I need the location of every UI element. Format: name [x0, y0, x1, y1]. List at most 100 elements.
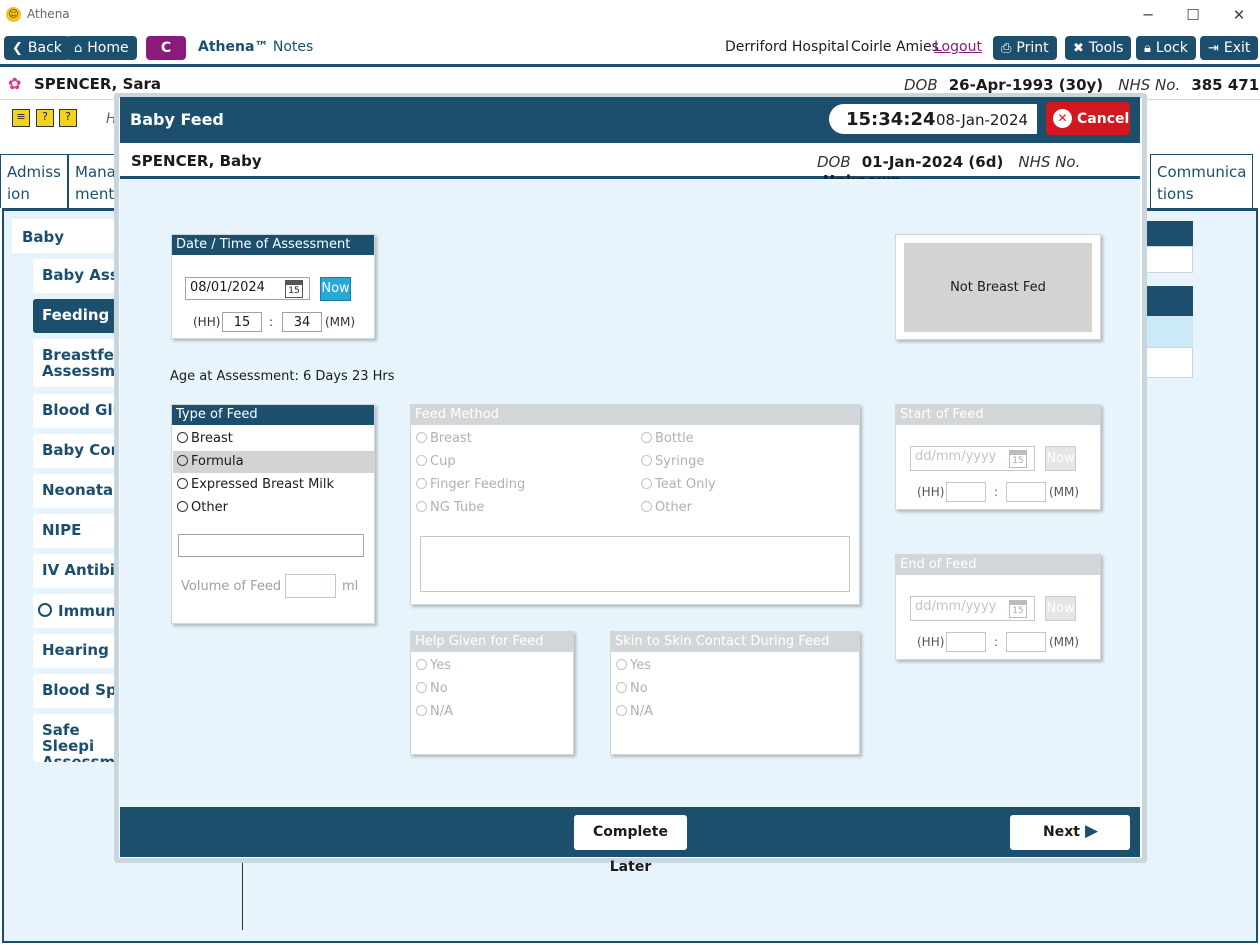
next-label: Next	[1043, 824, 1080, 840]
end-now-button[interactable]: Now	[1045, 596, 1076, 621]
window-title-bar: ☺ Athena ─ ☐ ✕	[0, 0, 1260, 30]
user-name: Coirle Amies	[851, 39, 939, 55]
sidebar-item-neonatal[interactable]: Neonatal	[33, 474, 123, 508]
radio-icon	[416, 659, 427, 670]
method-ng-label: NG Tube	[430, 500, 485, 515]
end-mm-input[interactable]	[1006, 632, 1046, 652]
tab-admission[interactable]: Admiss ion	[0, 154, 68, 208]
help-no[interactable]: No	[412, 678, 448, 700]
assessment-now-button[interactable]: Now	[320, 277, 351, 301]
method-other[interactable]: Other	[637, 497, 692, 519]
maximize-button[interactable]: ☐	[1180, 4, 1206, 26]
feed-type-other-input[interactable]	[178, 534, 364, 557]
chevron-left-icon: ❮	[12, 41, 23, 56]
bg-panel-row	[1140, 246, 1193, 273]
method-bottle[interactable]: Bottle	[637, 428, 694, 450]
close-window-button[interactable]: ✕	[1226, 4, 1252, 26]
method-breast[interactable]: Breast	[412, 428, 472, 450]
tools-label: Tools	[1088, 40, 1124, 56]
end-colon: :	[994, 635, 999, 649]
volume-label: Volume of Feed	[181, 579, 282, 594]
back-button[interactable]: ❮ Back	[4, 36, 70, 60]
baby-name: SPENCER, Baby	[131, 152, 262, 170]
sidebar-item-nipe[interactable]: NIPE	[33, 514, 123, 548]
app-brand: Athena™	[198, 39, 269, 55]
home-button[interactable]: ⌂ Home	[66, 36, 137, 60]
help-given-header: Help Given for Feed	[411, 632, 573, 652]
sidebar-item-baby-assessment[interactable]: Baby Asses	[33, 259, 123, 293]
assessment-datetime-panel: Date / Time of Assessment 08/01/2024 15 …	[171, 234, 375, 339]
dob-label: DOB	[904, 76, 938, 94]
printer-icon: ⎙	[1001, 41, 1012, 56]
tools-button[interactable]: ✖ Tools	[1065, 36, 1132, 60]
next-button[interactable]: Next ▶	[1010, 815, 1130, 850]
feed-type-other-label: Other	[191, 500, 228, 515]
c-button[interactable]: C	[146, 36, 186, 60]
sidebar-item-blood-spot[interactable]: Blood Spot	[33, 674, 123, 708]
skin-na[interactable]: N/A	[612, 701, 653, 723]
skin-yes[interactable]: Yes	[612, 655, 651, 677]
cancel-button[interactable]: ✕ Cancel	[1046, 102, 1130, 135]
method-cup-label: Cup	[430, 454, 456, 469]
sidebar-item-immunisation-row[interactable]: Immunis	[33, 594, 130, 628]
feed-method-notes-input[interactable]	[420, 536, 850, 592]
complete-later-button[interactable]: Complete Later	[574, 815, 687, 875]
sidebar-item-baby-comments[interactable]: Baby Comr	[33, 434, 123, 468]
print-label: Print	[1016, 40, 1049, 56]
end-hh-input[interactable]	[946, 632, 986, 652]
lock-button[interactable]: 🔒︎ Lock	[1136, 36, 1196, 60]
tab-communications[interactable]: Communica tions	[1150, 154, 1253, 208]
feed-type-other[interactable]: Other	[173, 497, 374, 519]
method-cup[interactable]: Cup	[412, 451, 456, 473]
question-icon[interactable]: ?	[36, 109, 54, 127]
help-yes-label: Yes	[430, 658, 451, 673]
calendar-icon[interactable]: 15	[1009, 600, 1027, 618]
nhs-label: NHS No.	[1118, 76, 1181, 94]
feed-type-formula[interactable]: Formula	[173, 451, 374, 473]
sidebar-item-iv-antibiotics[interactable]: IV Antibiot	[33, 554, 123, 588]
method-finger-feeding[interactable]: Finger Feeding	[412, 474, 525, 496]
minimize-button[interactable]: ─	[1135, 4, 1161, 26]
sidebar-item-breastfeeding[interactable]: Breastfeedi Assessmen	[33, 339, 123, 387]
flower-icon: ✿	[8, 74, 22, 93]
modal-header: Baby Feed 15:34:24 08-Jan-2024 ✕ Cancel	[120, 97, 1140, 143]
start-hh-input[interactable]	[946, 482, 986, 502]
type-of-feed-panel: Type of Feed Breast Formula Expressed Br…	[171, 404, 375, 624]
bg-divider	[242, 860, 243, 930]
assessment-mm-input[interactable]: 34	[282, 312, 322, 332]
lock-icon: 🔒︎	[1144, 41, 1151, 56]
skin-to-skin-panel: Skin to Skin Contact During Feed Yes No …	[610, 631, 860, 755]
start-mm-input[interactable]	[1006, 482, 1046, 502]
exit-button[interactable]: ⇥ Exit	[1200, 36, 1259, 60]
help-na[interactable]: N/A	[412, 701, 453, 723]
close-circle-icon: ✕	[1053, 109, 1072, 128]
volume-input[interactable]	[285, 574, 336, 598]
sidebar-item-hearing[interactable]: Hearing Sc	[33, 634, 123, 668]
feed-type-breast[interactable]: Breast	[173, 428, 374, 450]
volume-unit: ml	[342, 579, 359, 594]
assessment-hh-input[interactable]: 15	[222, 312, 262, 332]
help-icon[interactable]: ?	[59, 109, 77, 127]
calendar-icon[interactable]: 15	[1009, 450, 1027, 468]
print-button[interactable]: ⎙ Print	[993, 36, 1057, 60]
method-syringe[interactable]: Syringe	[637, 451, 704, 473]
skin-no[interactable]: No	[612, 678, 648, 700]
tab-management[interactable]: Mana ment	[68, 154, 118, 208]
feed-type-breast-label: Breast	[191, 431, 233, 446]
feed-type-ebm[interactable]: Expressed Breast Milk	[173, 474, 374, 496]
skin-no-label: No	[630, 681, 648, 696]
alert-icon[interactable]: ≡	[12, 109, 30, 127]
sidebar-item-feeding[interactable]: Feeding	[33, 299, 123, 333]
sidebar-header-baby[interactable]: Baby	[12, 219, 122, 253]
calendar-icon[interactable]: 15	[285, 280, 303, 298]
logout-link[interactable]: Logout	[934, 39, 982, 55]
method-ng-tube[interactable]: NG Tube	[412, 497, 484, 519]
lock-label: Lock	[1155, 40, 1188, 56]
sidebar-item-safe-sleeping[interactable]: Safe Sleepi Assessmen	[33, 714, 123, 762]
sidebar-item-blood-glucose[interactable]: Blood Gluc	[33, 394, 123, 428]
start-now-button[interactable]: Now	[1045, 446, 1076, 471]
help-yes[interactable]: Yes	[412, 655, 451, 677]
method-teat-only[interactable]: Teat Only	[637, 474, 716, 496]
radio-icon	[641, 478, 652, 489]
not-breast-fed-button[interactable]: Not Breast Fed	[904, 243, 1092, 332]
